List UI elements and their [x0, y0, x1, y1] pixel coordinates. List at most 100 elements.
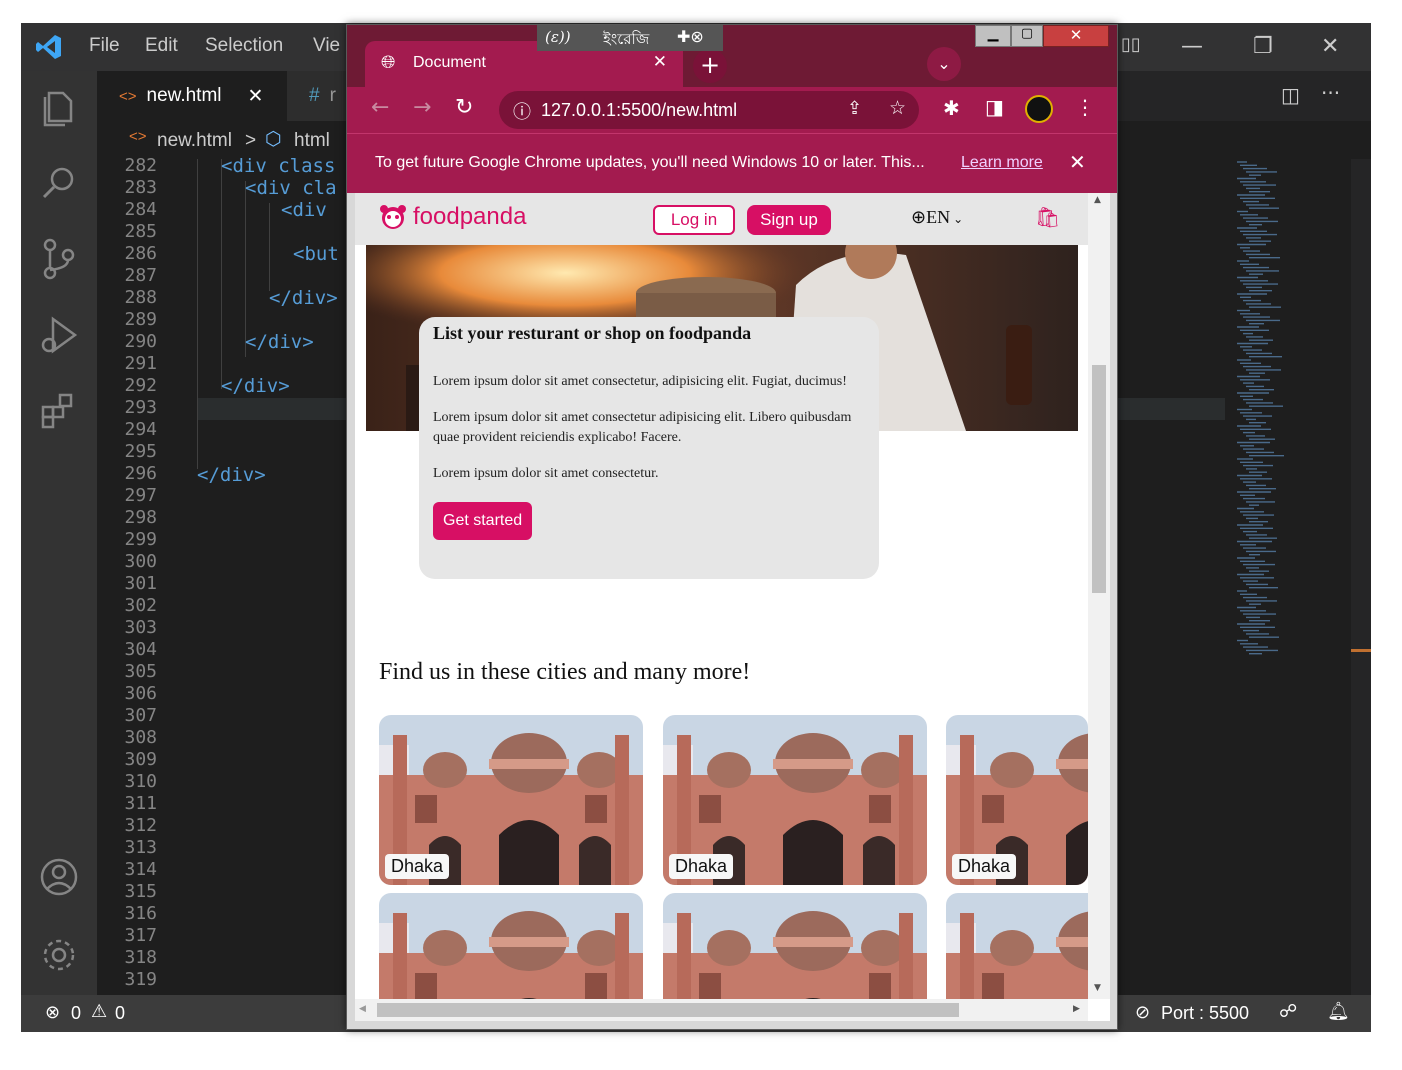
restore-button[interactable]: ❐	[1253, 34, 1273, 59]
ime-toolbar[interactable]: (ɛ)) ইংরেজি ✚⊗	[537, 25, 723, 51]
menu-view[interactable]: Vie	[313, 35, 340, 57]
warning-count[interactable]: 0	[115, 1003, 125, 1024]
code-line-288[interactable]: </div>	[269, 287, 338, 309]
language-selector[interactable]: ⊕EN ⌄	[911, 207, 963, 228]
ime-mode-icon[interactable]: (ɛ))	[545, 28, 571, 46]
live-server-port[interactable]: Port : 5500	[1161, 1003, 1249, 1024]
line-number: 314	[124, 859, 157, 880]
line-number: 286	[124, 243, 157, 264]
login-button[interactable]: Log in	[653, 205, 735, 235]
close-tab-icon[interactable]: ✕	[653, 52, 667, 72]
window-frame	[347, 1021, 1117, 1029]
ime-language[interactable]: ইংরেজি	[603, 28, 649, 53]
forward-icon[interactable]: →	[413, 95, 431, 120]
minimap[interactable]	[1231, 159, 1351, 679]
error-count[interactable]: 0	[71, 1003, 81, 1024]
editor-scrollbar[interactable]	[1351, 159, 1371, 995]
minimize-button[interactable]: ▁	[975, 25, 1011, 47]
code-line-286[interactable]: <but	[293, 243, 339, 265]
line-number: 300	[124, 551, 157, 572]
learn-more-link[interactable]: Learn more	[961, 154, 1043, 172]
tab-new-html[interactable]: <> new.html ✕	[97, 71, 287, 121]
warning-icon[interactable]: ⚠	[91, 1001, 107, 1022]
code-line-296[interactable]: </div>	[197, 464, 266, 486]
scroll-right-icon[interactable]: ▶	[1073, 1004, 1080, 1014]
scroll-thumb[interactable]	[377, 1003, 959, 1017]
extensions-puzzle-icon[interactable]: ✱	[943, 96, 960, 120]
code-line-283[interactable]: <div cla	[245, 177, 337, 199]
city-card[interactable]	[946, 893, 1088, 999]
chrome-toolbar: ← → ↻ ⓘ 127.0.0.1:5500/new.html ⇪ ☆ ✱ ◨ …	[347, 87, 1117, 133]
city-card-dhaka[interactable]: Dhaka	[946, 715, 1088, 885]
html-file-icon: <>	[119, 87, 137, 105]
signup-button[interactable]: Sign up	[747, 205, 831, 235]
reload-icon[interactable]: ↻	[455, 95, 473, 120]
more-actions-icon[interactable]: ···	[1321, 81, 1340, 105]
minimize-button[interactable]: —	[1181, 34, 1203, 59]
line-number: 313	[124, 837, 157, 858]
scroll-up-icon[interactable]: ▲	[1094, 195, 1101, 205]
scroll-thumb[interactable]	[1092, 365, 1106, 593]
window-frame	[347, 193, 355, 1029]
get-started-button[interactable]: Get started	[433, 502, 533, 540]
menu-edit[interactable]: Edit	[145, 35, 178, 57]
scroll-left-icon[interactable]: ◀	[359, 1004, 366, 1014]
bookmark-star-icon[interactable]: ☆	[889, 97, 906, 120]
close-window-button[interactable]: ✕	[1321, 34, 1339, 59]
line-number: 315	[124, 881, 157, 902]
city-card[interactable]	[663, 893, 927, 999]
feedback-icon[interactable]: ☍	[1279, 1001, 1297, 1022]
source-control-icon[interactable]	[35, 235, 83, 283]
shopping-bag-icon[interactable]: 🛍︎	[1035, 205, 1060, 229]
account-icon[interactable]	[35, 853, 83, 901]
site-header: foodpanda Log in Sign up ⊕EN ⌄ 🛍︎	[355, 193, 1088, 245]
breadcrumb-node[interactable]: html	[294, 130, 330, 152]
code-line-292[interactable]: </div>	[221, 375, 290, 397]
scroll-down-icon[interactable]: ▼	[1094, 983, 1101, 993]
explorer-icon[interactable]	[35, 83, 83, 131]
extensions-icon[interactable]	[35, 387, 83, 435]
city-label: Dhaka	[669, 854, 734, 879]
close-info-bar-icon[interactable]: ✕	[1069, 150, 1086, 175]
run-debug-icon[interactable]	[35, 311, 83, 359]
city-card-dhaka[interactable]: Dhaka	[663, 715, 927, 885]
side-panel-icon[interactable]: ◨	[985, 95, 1004, 119]
close-window-button[interactable]: ✕	[1043, 25, 1109, 47]
settings-gear-icon[interactable]	[35, 931, 83, 979]
breadcrumb-file[interactable]: new.html	[157, 130, 232, 152]
notifications-bell-icon[interactable]: 🔔︎	[1327, 1001, 1350, 1022]
close-tab-icon[interactable]: ✕	[248, 85, 264, 108]
search-icon[interactable]	[35, 159, 83, 207]
site-info-icon[interactable]: ⓘ	[513, 98, 531, 124]
split-editor-icon[interactable]: ◫	[1281, 83, 1300, 107]
new-tab-button[interactable]: +	[693, 49, 727, 83]
menu-selection[interactable]: Selection	[205, 35, 283, 57]
city-card-dhaka[interactable]: Dhaka	[379, 715, 643, 885]
line-number: 298	[124, 507, 157, 528]
lalbagh-fort-image	[663, 893, 927, 999]
line-number: 294	[124, 419, 157, 440]
tab-search-button[interactable]: ⌄	[927, 47, 961, 81]
address-bar[interactable]: ⓘ 127.0.0.1:5500/new.html ⇪ ☆	[499, 91, 919, 129]
ime-pin-icon[interactable]: ✚⊗	[677, 27, 704, 46]
share-icon[interactable]: ⇪	[847, 98, 862, 119]
code-line-290[interactable]: </div>	[245, 331, 314, 353]
horizontal-scrollbar[interactable]: ◀ ▶	[355, 999, 1088, 1021]
card-paragraph: Lorem ipsum dolor sit amet consectetur a…	[433, 410, 852, 445]
line-number: 319	[124, 969, 157, 990]
code-line-284[interactable]: <div	[281, 199, 327, 221]
chrome-menu-icon[interactable]: ⋮	[1075, 95, 1095, 119]
code-line-282[interactable]: <div class	[221, 155, 335, 177]
maximize-button[interactable]: ▢	[1011, 25, 1043, 47]
back-icon[interactable]: ←	[371, 95, 389, 120]
menu-file[interactable]: File	[89, 35, 120, 57]
city-card[interactable]	[379, 893, 643, 999]
brand-logo[interactable]: foodpanda	[379, 203, 526, 231]
profile-avatar[interactable]	[1025, 95, 1053, 123]
vertical-scrollbar[interactable]: ▲ ▼	[1088, 193, 1110, 999]
line-number: 284	[124, 199, 157, 220]
url-text[interactable]: 127.0.0.1:5500/new.html	[541, 100, 737, 121]
layout-icon[interactable]: ▯▯	[1121, 34, 1141, 55]
error-icon[interactable]: ⊗	[45, 1002, 60, 1023]
line-number: 297	[124, 485, 157, 506]
